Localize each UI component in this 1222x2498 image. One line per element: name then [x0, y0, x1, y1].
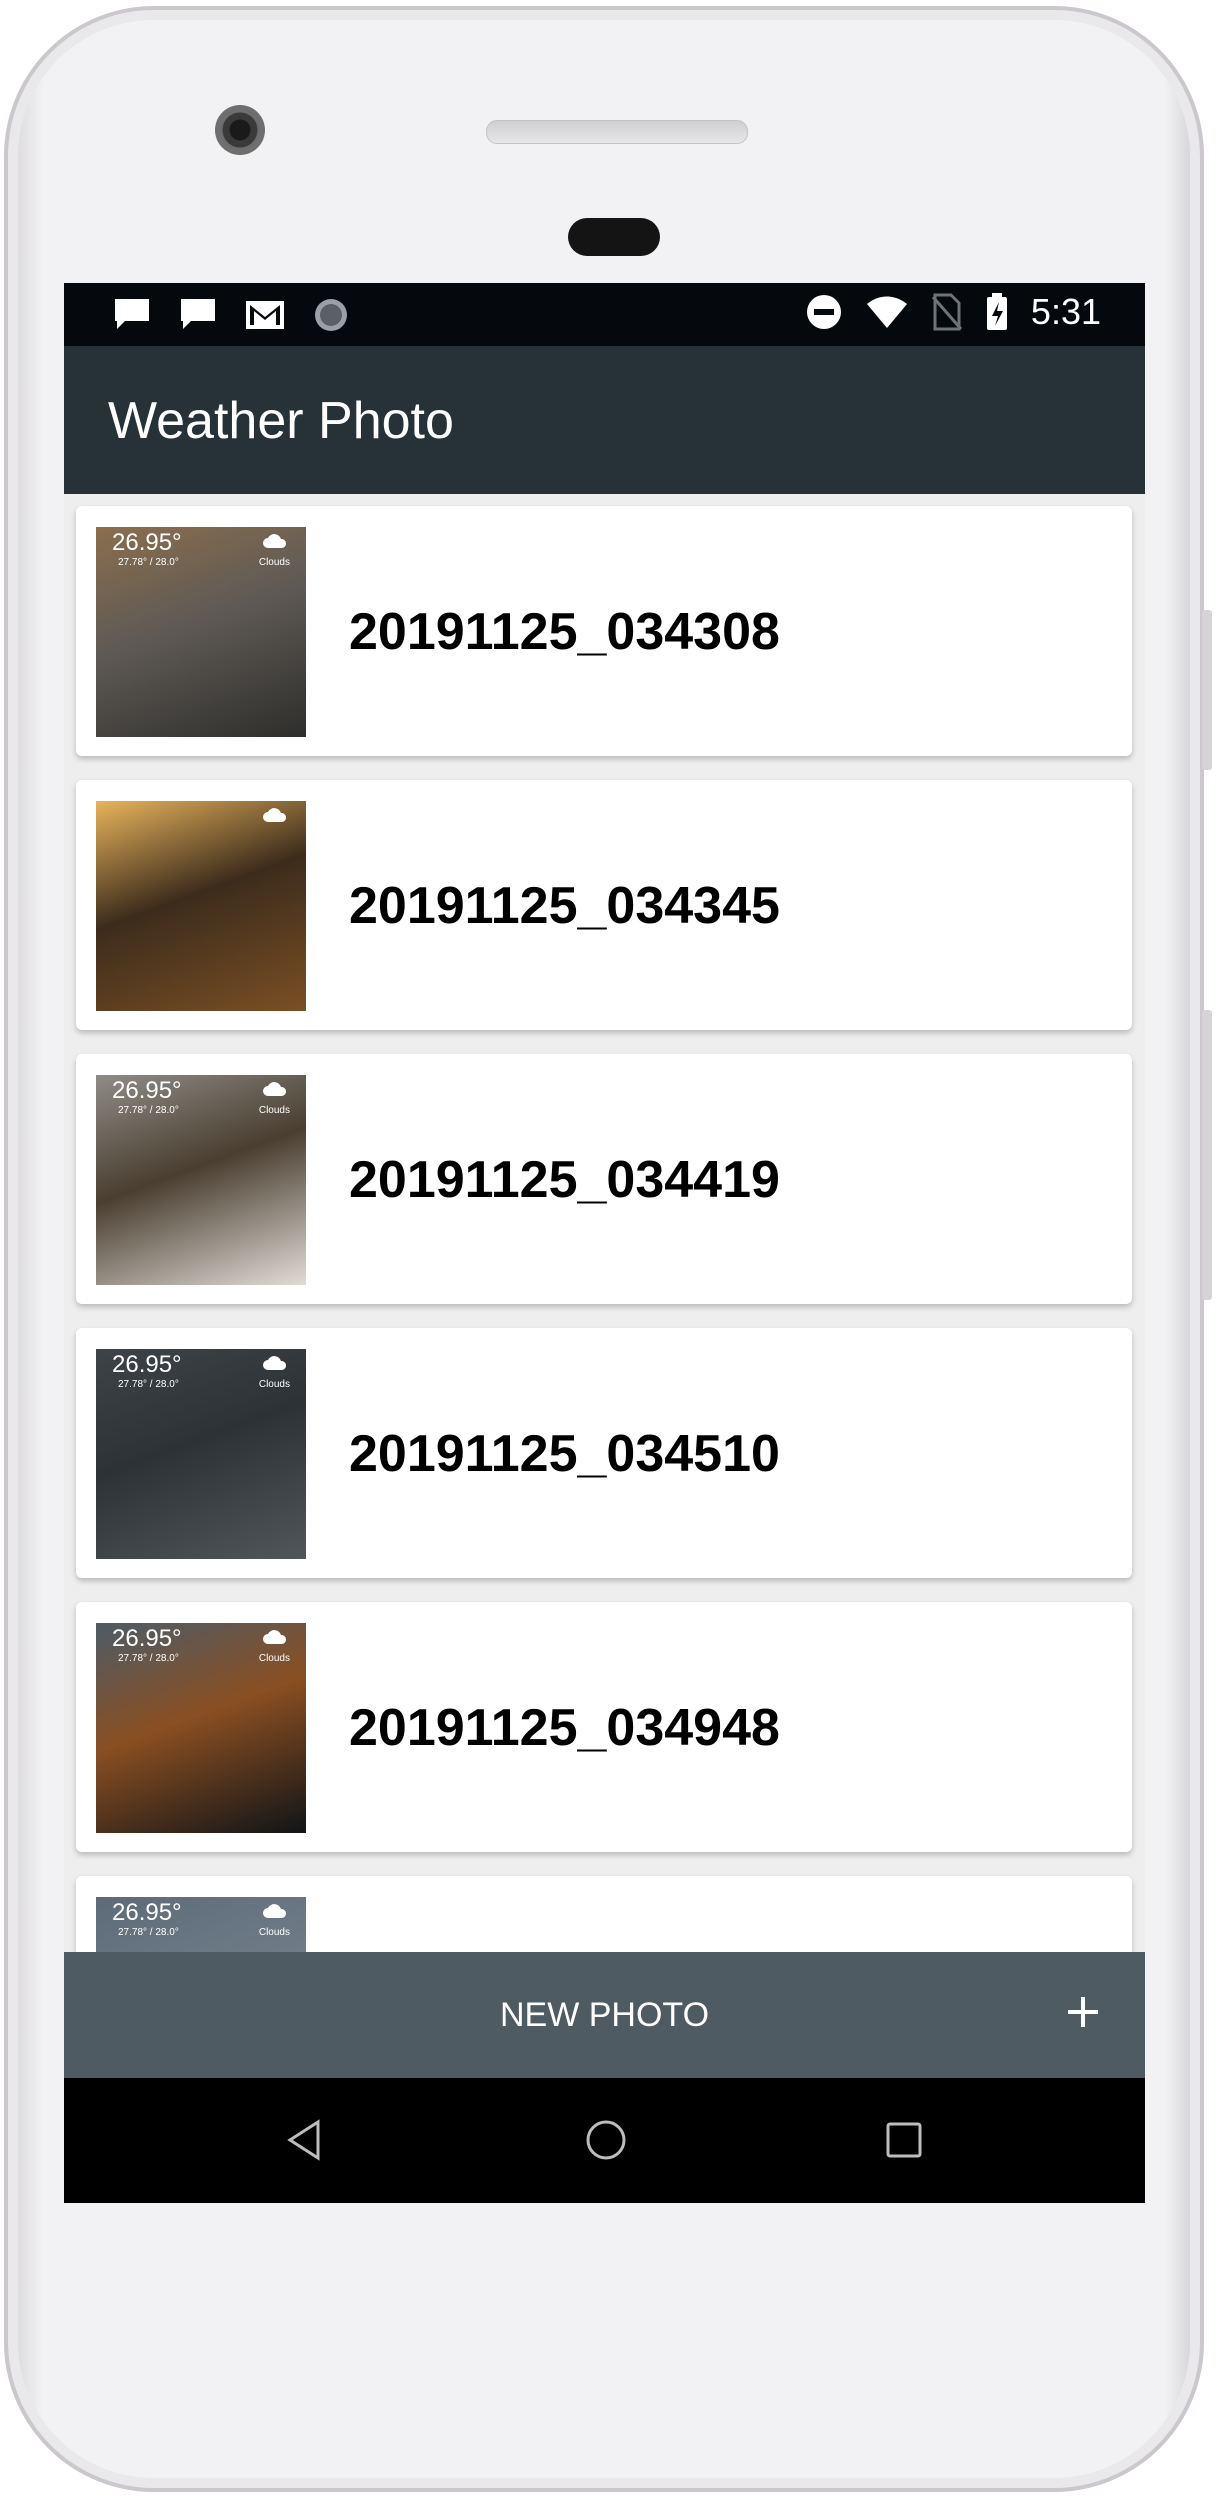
clock-time: 5:31 — [1030, 291, 1101, 332]
overlay-temperature: 26.95° — [112, 1351, 182, 1378]
photo-card[interactable]: 26.95° 27.78° / 28.0° Clouds 20191125_03441… — [76, 1054, 1132, 1304]
cloud-icon — [262, 1903, 288, 1924]
photo-title: 20191125_034419 — [349, 1151, 780, 1209]
photo-card[interactable]: 20191125_034345 — [76, 780, 1132, 1030]
overlay-temperature: 26.95° — [112, 1625, 182, 1652]
cloud-icon — [262, 1629, 288, 1650]
volume-button — [1202, 610, 1212, 770]
photo-title: 20191125_034510 — [349, 1425, 780, 1483]
new-photo-button[interactable]: NEW PHOTO — [64, 1952, 1145, 2078]
home-icon[interactable] — [584, 2118, 628, 2162]
weather-overlay: 26.95° 27.78° / 28.0° Clouds — [96, 1623, 306, 1678]
new-photo-label: NEW PHOTO — [499, 1996, 710, 2034]
overlay-condition: Clouds — [258, 557, 290, 568]
overlay-temp-range: 27.78° / 28.0° — [118, 1105, 179, 1116]
weather-overlay: 26.95° 27.78° / 28.0° Clouds — [96, 1349, 306, 1404]
photo-thumbnail — [96, 801, 306, 1011]
photo-card[interactable]: 26.95° 27.78° / 28.0° Clouds 20191125_03494… — [76, 1602, 1132, 1852]
front-camera — [215, 105, 265, 155]
overlay-temp-range: 27.78° / 28.0° — [118, 1379, 179, 1390]
battery-charging-icon — [986, 293, 1007, 330]
photo-thumbnail: 26.95° 27.78° / 28.0° Clouds — [96, 527, 306, 737]
overlay-temperature: 26.95° — [112, 529, 182, 556]
no-sim-icon — [931, 293, 963, 331]
overlay-condition: Clouds — [258, 1379, 290, 1390]
photo-thumbnail: 26.95° 27.78° / 28.0° Clouds — [96, 1623, 306, 1833]
overlay-temperature: 26.95° — [112, 1899, 182, 1926]
weather-overlay: 26.95° 27.78° / 28.0° Clouds — [96, 1897, 306, 1952]
plus-icon — [1066, 1990, 1100, 2038]
overlay-condition: Clouds — [258, 1105, 290, 1116]
photo-card[interactable]: 26.95° 27.78° / 28.0° Clouds 20191125_03451… — [76, 1328, 1132, 1578]
cloud-icon — [262, 1355, 288, 1376]
cloud-icon — [262, 807, 288, 828]
overlay-temperature: 26.95° — [112, 1077, 182, 1104]
photo-title: 20191125_034308 — [349, 603, 780, 661]
overlay-temp-range: 27.78° / 28.0° — [118, 1653, 179, 1664]
sync-icon — [315, 299, 347, 331]
cloud-icon — [262, 1081, 288, 1102]
earpiece-speaker — [486, 120, 748, 144]
photo-thumbnail: 26.95° 27.78° / 28.0° Clouds — [96, 1349, 306, 1559]
overlay-condition: Clouds — [258, 1927, 290, 1938]
back-icon[interactable] — [284, 2118, 324, 2162]
chat-bubble-icon — [115, 299, 149, 329]
status-bar: 5:31 — [64, 283, 1145, 346]
photo-title: 20191125_034948 — [349, 1699, 780, 1757]
app-title: Weather Photo — [108, 392, 454, 450]
overlay-temp-range: 27.78° / 28.0° — [118, 557, 179, 568]
weather-overlay: 26.95° 27.78° / 28.0° Clouds — [96, 1075, 306, 1130]
wifi-icon — [866, 296, 907, 328]
power-button — [1202, 1010, 1212, 1300]
photo-list[interactable]: 26.95° 27.78° / 28.0° Clouds 20191125_03430… — [64, 494, 1145, 2203]
overlay-condition: Clouds — [258, 1653, 290, 1664]
phone-screen: 5:31 Weather Photo 26.95° 27.78° / 28.0° C… — [64, 283, 1145, 2203]
photo-thumbnail: 26.95° 27.78° / 28.0° Clouds — [96, 1075, 306, 1285]
recents-icon[interactable] — [884, 2120, 924, 2160]
photo-title: 20191125_034345 — [349, 877, 780, 935]
photo-card[interactable]: 26.95° 27.78° / 28.0° Clouds 20191125_03430… — [76, 506, 1132, 756]
overlay-temp-range: 27.78° / 28.0° — [118, 1927, 179, 1938]
cloud-icon — [262, 533, 288, 554]
app-bar: Weather Photo — [64, 346, 1145, 494]
gmail-icon — [246, 301, 284, 329]
weather-overlay: 26.95° 27.78° / 28.0° Clouds — [96, 527, 306, 582]
proximity-sensor — [568, 218, 660, 256]
weather-overlay — [96, 801, 306, 856]
do-not-disturb-icon — [806, 295, 841, 329]
chat-bubble-icon — [181, 299, 215, 329]
navigation-bar — [64, 2078, 1145, 2203]
